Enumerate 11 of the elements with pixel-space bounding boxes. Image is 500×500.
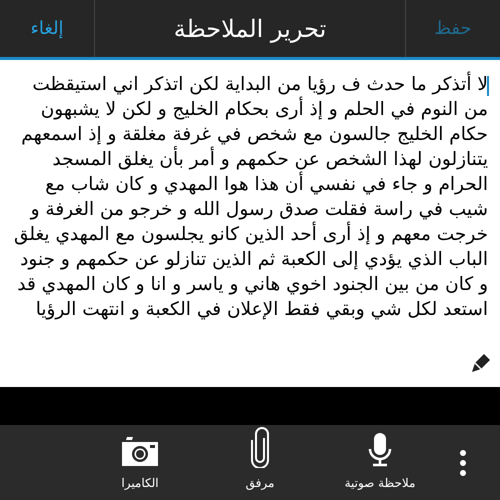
- more-icon[interactable]: [460, 450, 466, 476]
- text-cursor: [487, 76, 489, 96]
- window-title: تحرير الملاحظة: [172, 14, 328, 45]
- camera-icon: [120, 436, 160, 468]
- note-text[interactable]: لا أتذكر ما حدث ف رؤيا من البداية لكن اتذكر اني استيقظت من النوم في الحلم و إذ أرى بحكام الخليج و لكن لا يشبهون حكام الخليج جالسون مع شخص في غرفة مغلقة و إذ اسمعهم يتنازلون لهذا الشخص عن حكمهم و أمر بأن يغلق المسجد الحرام و جاء في نفسي أن هذا هوا المهدي و كان شاب مع شيب في راسة فقلت صدق رسول الله و خرجو من الغرفة و خرجت معهم و إذ أرى أحد الذين كانو يجلسون مع المهدي يغلق الباب الذي يؤدي إلى الكعبة ثم الذين تنازلو عن حكمهم و جنود و كان من بين الجنود اخوي هاني و ياسر و انا و كان المهدي قد استعد لكل شي وبقي فقط الإعلان في الكعبة و انتهت الرؤيا: [12, 72, 488, 322]
- toolbar-button[interactable]: الكاميرا: [80, 425, 200, 500]
- toolbar-button[interactable]: ملاحظة صوتية: [320, 425, 440, 500]
- paperclip-icon: [248, 426, 272, 468]
- microphone-icon: [368, 432, 392, 468]
- toolbar-button[interactable]: مرفق: [200, 425, 320, 500]
- cancel-button[interactable]: إلغاء: [0, 0, 95, 57]
